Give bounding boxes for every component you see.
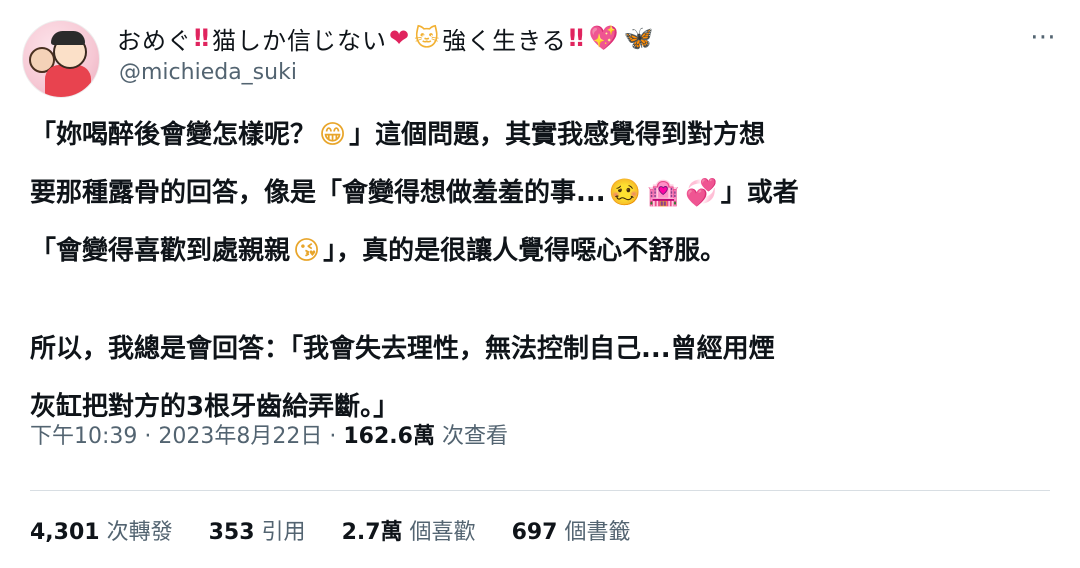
likes-label: 個喜歡	[409, 520, 476, 545]
display-name[interactable]: おめぐ ‼ 猫しか信じない ❤ 🐱 強く生きる ‼ 💖 🦋	[117, 20, 655, 56]
grinning-face-icon: 😁	[319, 120, 347, 150]
avatar[interactable]	[22, 20, 100, 98]
retweets-stat[interactable]: 4,301 次轉發	[30, 514, 173, 546]
tweet-line: 「妳喝醉後會變怎樣呢？ 😁 」這個問題，其實我感覺得到對方想	[30, 106, 1040, 164]
sparkling-heart-icon: 💖	[588, 24, 620, 52]
bookmarks-stat[interactable]: 697 個書籤	[512, 514, 631, 546]
quotes-stat[interactable]: 353 引用	[209, 514, 306, 546]
love-hotel-icon: 🏩	[647, 178, 680, 208]
tweet-text-segment: 」或者	[720, 178, 799, 208]
tweet-text-segment: 要那種露骨的回答，像是「會變得想做羞羞的事...	[30, 178, 606, 208]
bookmarks-label: 個書籤	[564, 520, 631, 545]
retweets-label: 次轉發	[106, 520, 173, 545]
tweet-time[interactable]: 下午10:39	[30, 424, 137, 449]
tweet-text-segment: 所以，我總是會回答：「我會失去理性，無法控制自己...曾經用煙	[30, 334, 775, 364]
double-exclamation-icon: ‼	[568, 24, 585, 52]
butterfly-icon: 🦋	[623, 24, 655, 52]
display-name-part: おめぐ	[117, 26, 192, 55]
tweet-line: 「會變得喜歡到處親親 😘 」，真的是很讓人覺得噁心不舒服。	[30, 222, 1040, 280]
tweet-text-segment: 」這個問題，其實我感覺得到對方想	[349, 120, 766, 150]
more-options-icon[interactable]: ⋯	[1030, 22, 1058, 52]
display-name-part: 猫しか信じない	[212, 26, 388, 55]
likes-stat[interactable]: 2.7萬 個喜歡	[342, 514, 476, 546]
meta-separator: ·	[322, 424, 344, 449]
heart-icon: ❤	[389, 24, 411, 52]
avatar-figure-shirt	[45, 65, 91, 97]
user-handle[interactable]: @michieda_suki	[119, 60, 297, 85]
revolving-hearts-icon: 💞	[685, 178, 718, 208]
display-name-part: 強く生きる	[442, 26, 567, 55]
avatar-figure-hair	[51, 31, 85, 45]
tweet-text: 「妳喝醉後會變怎樣呢？ 😁 」這個問題，其實我感覺得到對方想 要那種露骨的回答，像是…	[30, 106, 1040, 436]
woozy-face-icon: 🥴	[608, 178, 642, 208]
tweet-line: 所以，我總是會回答：「我會失去理性，無法控制自己...曾經用煙	[30, 320, 1040, 378]
cat-icon: 🐱	[414, 24, 441, 52]
views-count: 162.6萬	[343, 424, 435, 449]
tweet-text-segment: 「會變得喜歡到處親親	[30, 236, 291, 266]
face-blowing-kiss-icon: 😘	[293, 236, 321, 266]
likes-count: 2.7萬	[341, 520, 403, 545]
engagement-stats: 4,301 次轉發 353 引用 2.7萬 個喜歡 697 個書籤	[30, 514, 631, 546]
tweet-date[interactable]: 2023年8月22日	[158, 424, 322, 449]
quotes-label: 引用	[261, 520, 306, 545]
tweet-text-segment: 「妳喝醉後會變怎樣呢？	[30, 120, 317, 150]
retweets-count: 4,301	[30, 520, 100, 545]
tweet-line: 要那種露骨的回答，像是「會變得想做羞羞的事... 🥴 🏩 💞 」或者	[30, 164, 1040, 222]
tweet-meta: 下午10:39 · 2023年8月22日 · 162.6萬 次查看	[30, 418, 508, 450]
divider	[30, 490, 1050, 491]
double-exclamation-icon: ‼	[194, 24, 211, 52]
meta-separator: ·	[137, 424, 159, 449]
views-label: 次查看	[434, 424, 508, 449]
bookmarks-count: 697	[511, 520, 558, 545]
tweet-text-segment: 」，真的是很讓人覺得噁心不舒服。	[323, 236, 727, 266]
quotes-count: 353	[208, 520, 255, 545]
